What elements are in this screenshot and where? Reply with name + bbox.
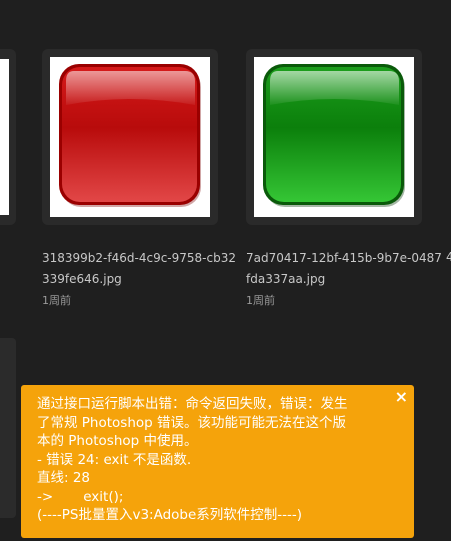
file-browser: ba5 (0, 0, 451, 541)
error-message-line: -> exit(); (37, 488, 124, 505)
partial-thumbnail (0, 59, 9, 215)
side-panel (0, 338, 16, 518)
close-icon[interactable]: × (395, 387, 408, 407)
partial-file-card[interactable] (0, 49, 16, 225)
error-toast: × 通过接口运行脚本出错：命令返回失败，错误：发生 了常规 Photoshop … (21, 385, 414, 538)
file-card-red-button[interactable] (42, 49, 218, 225)
file-name: 7ad70417-12bf-415b-9b7e-0487fda337aa.jpg (246, 251, 442, 286)
error-message-line: 了常规 Photoshop 错误。该功能可能无法在这个版 (37, 414, 347, 431)
file-time: 1周前 (246, 294, 275, 307)
file-card-green-button[interactable] (246, 49, 422, 225)
error-message-line: 通过接口运行脚本出错：命令返回失败，错误：发生 (37, 396, 348, 412)
file-time: 1周前 (42, 294, 71, 307)
thumbnail-green-button (254, 57, 414, 217)
error-message-line: 直线: 28 (37, 470, 91, 486)
error-message-line: (----PS批量置入v3:Adobe系列软件控制----) (37, 507, 303, 523)
error-message-line: - 错误 24: exit 不是函数. (37, 451, 192, 468)
file-name: 318399b2-f46d-4c9c-9758-cb32339fe646.jpg (42, 251, 236, 286)
partial-file-name: ba5 (0, 250, 16, 264)
partial-file-name: 4 (446, 250, 451, 264)
error-message-line: 本的 Photoshop 中使用。 (37, 433, 198, 449)
thumbnail-red-button (50, 57, 210, 217)
